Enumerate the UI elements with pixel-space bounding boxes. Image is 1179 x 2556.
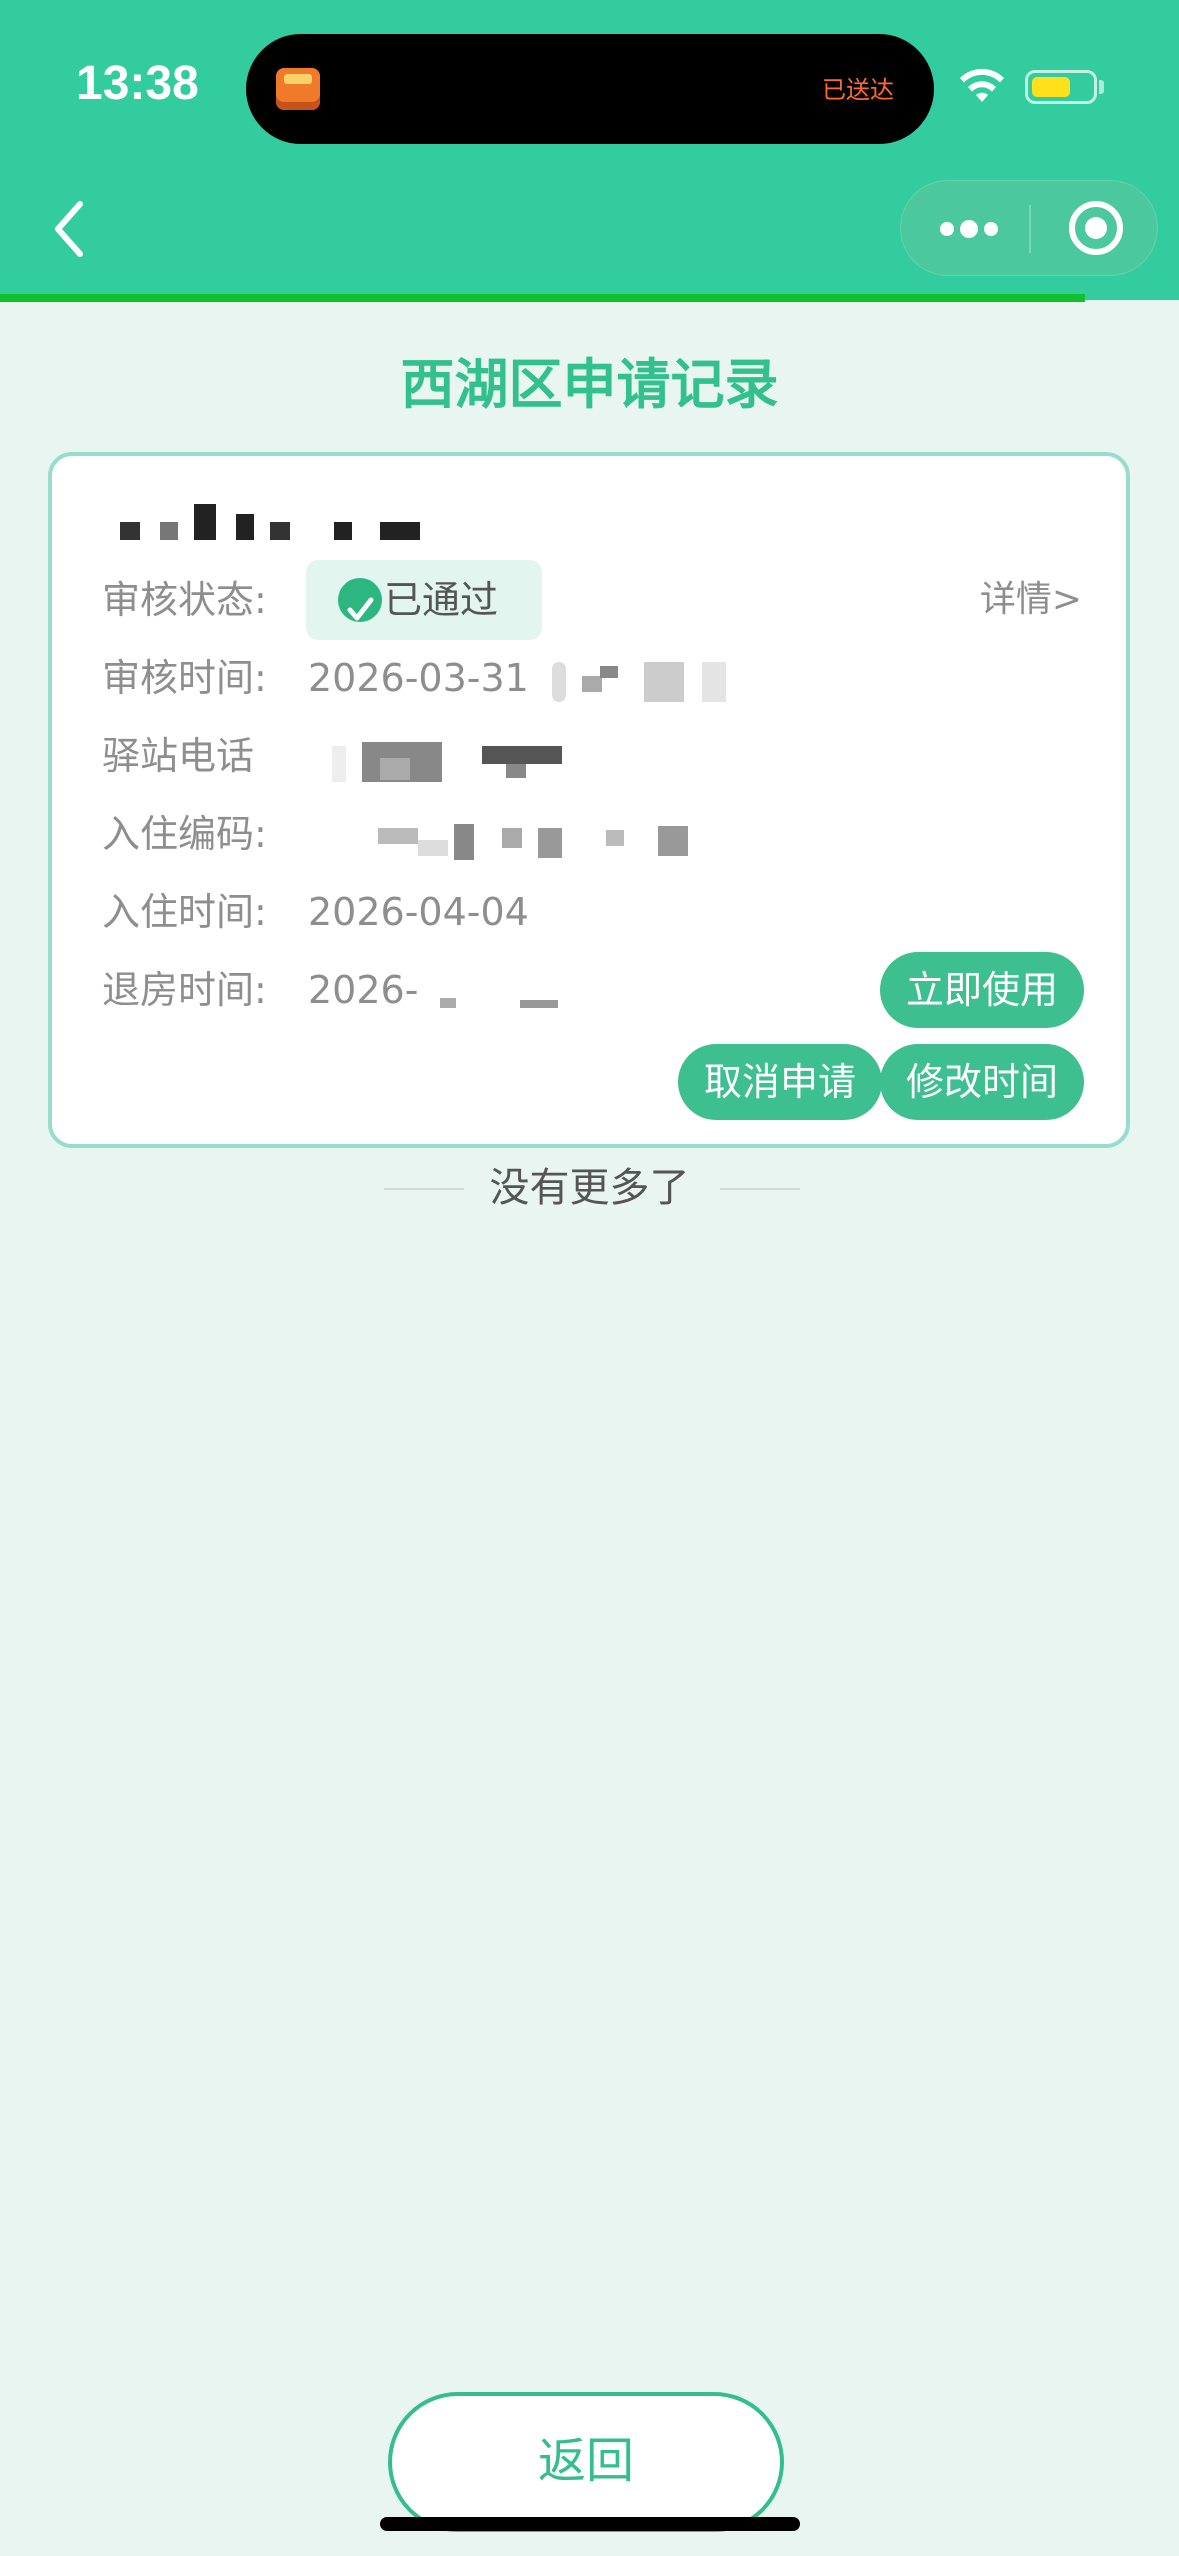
target-close-icon[interactable]	[1069, 201, 1123, 255]
status-value: 已通过	[384, 578, 499, 622]
battery-cap	[1099, 80, 1104, 94]
miniprogram-capsule	[900, 180, 1158, 276]
checkin-label: 入住时间:	[102, 890, 267, 934]
masked-phone	[332, 742, 632, 792]
details-link[interactable]: 详情>	[980, 570, 1082, 630]
status-badge: 已通过	[306, 560, 542, 640]
code-label: 入住编码:	[102, 812, 267, 856]
battery-level	[1032, 77, 1070, 97]
home-indicator[interactable]	[380, 2517, 800, 2531]
modify-time-button[interactable]: 修改时间	[880, 1044, 1084, 1120]
checkin-value: 2026-04-04	[308, 890, 529, 934]
masked-name	[120, 504, 420, 548]
check-circle-icon	[338, 578, 382, 622]
list-end-text: 没有更多了	[489, 1165, 690, 1211]
capsule-divider	[1029, 205, 1031, 253]
review-time-value: 2026-03-31	[308, 656, 529, 700]
chevron-left-icon[interactable]	[46, 194, 96, 264]
masked-checkout	[440, 994, 560, 1014]
status-row: 审核状态:	[102, 570, 1102, 630]
phone-label: 驿站电话	[102, 734, 255, 778]
delivery-app-icon	[276, 68, 320, 110]
status-label: 审核状态:	[102, 578, 267, 622]
checkout-label: 退房时间:	[102, 968, 267, 1012]
use-now-button[interactable]: 立即使用	[880, 952, 1084, 1028]
masked-review-time	[552, 656, 792, 706]
wifi-icon	[960, 68, 1004, 102]
divider-right	[720, 1188, 800, 1190]
dynamic-island[interactable]: 已送达	[246, 34, 934, 144]
return-button[interactable]: 返回	[388, 2392, 784, 2532]
masked-code	[378, 820, 758, 870]
status-time: 13:38	[76, 57, 199, 110]
checkin-row: 入住时间: 2026-04-04	[102, 882, 1102, 942]
more-dots-icon[interactable]	[937, 215, 1001, 243]
page-title: 西湖区申请记录	[400, 353, 779, 416]
cancel-application-button[interactable]: 取消申请	[678, 1044, 882, 1120]
checkout-value: 2026-	[308, 968, 419, 1012]
loading-progress-bar	[0, 294, 1085, 302]
island-status-text: 已送达	[822, 76, 894, 104]
record-card: 审核状态: 已通过 详情> 审核时间: 2026-03-31 驿站电话 入住编码…	[48, 452, 1130, 1148]
review-time-label: 审核时间:	[102, 656, 267, 700]
battery-icon	[1025, 70, 1097, 104]
